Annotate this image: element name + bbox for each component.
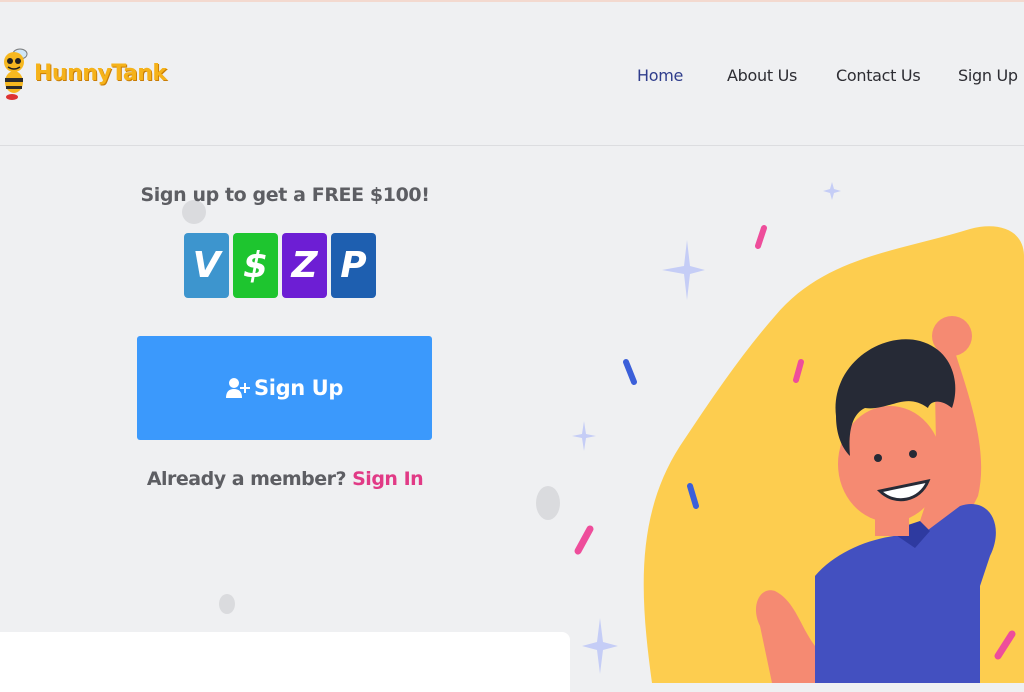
- celebration-illustration: [572, 182, 1024, 683]
- bee-icon: [4, 48, 28, 100]
- add-user-icon: [226, 378, 251, 398]
- zelle-icon: Z: [282, 233, 327, 298]
- promo-title: Sign up to get a FREE $100!: [140, 184, 430, 206]
- brand-name: HunnyTank: [34, 60, 167, 86]
- nav-contact-us[interactable]: Contact Us: [836, 66, 921, 85]
- signup-button-label: Sign Up: [254, 376, 343, 400]
- decorative-dot: [536, 486, 560, 520]
- member-prompt: Already a member? Sign In: [140, 468, 430, 490]
- nav-sign-up[interactable]: Sign Up: [958, 66, 1018, 85]
- decorative-dot: [219, 594, 235, 614]
- site-header: HunnyTank Home About Us Contact Us Sign …: [0, 2, 1024, 146]
- member-prompt-text: Already a member?: [146, 468, 353, 490]
- cashapp-icon: $: [233, 233, 278, 298]
- venmo-icon: V: [184, 233, 229, 298]
- paypal-icon: P: [331, 233, 376, 298]
- signin-link[interactable]: Sign In: [352, 468, 424, 490]
- signup-button[interactable]: Sign Up: [137, 336, 432, 440]
- content-card: [0, 632, 570, 692]
- payment-methods: V $ Z P: [184, 233, 376, 298]
- logo[interactable]: HunnyTank: [0, 44, 167, 102]
- nav-home[interactable]: Home: [637, 66, 683, 85]
- nav-about-us[interactable]: About Us: [727, 66, 797, 85]
